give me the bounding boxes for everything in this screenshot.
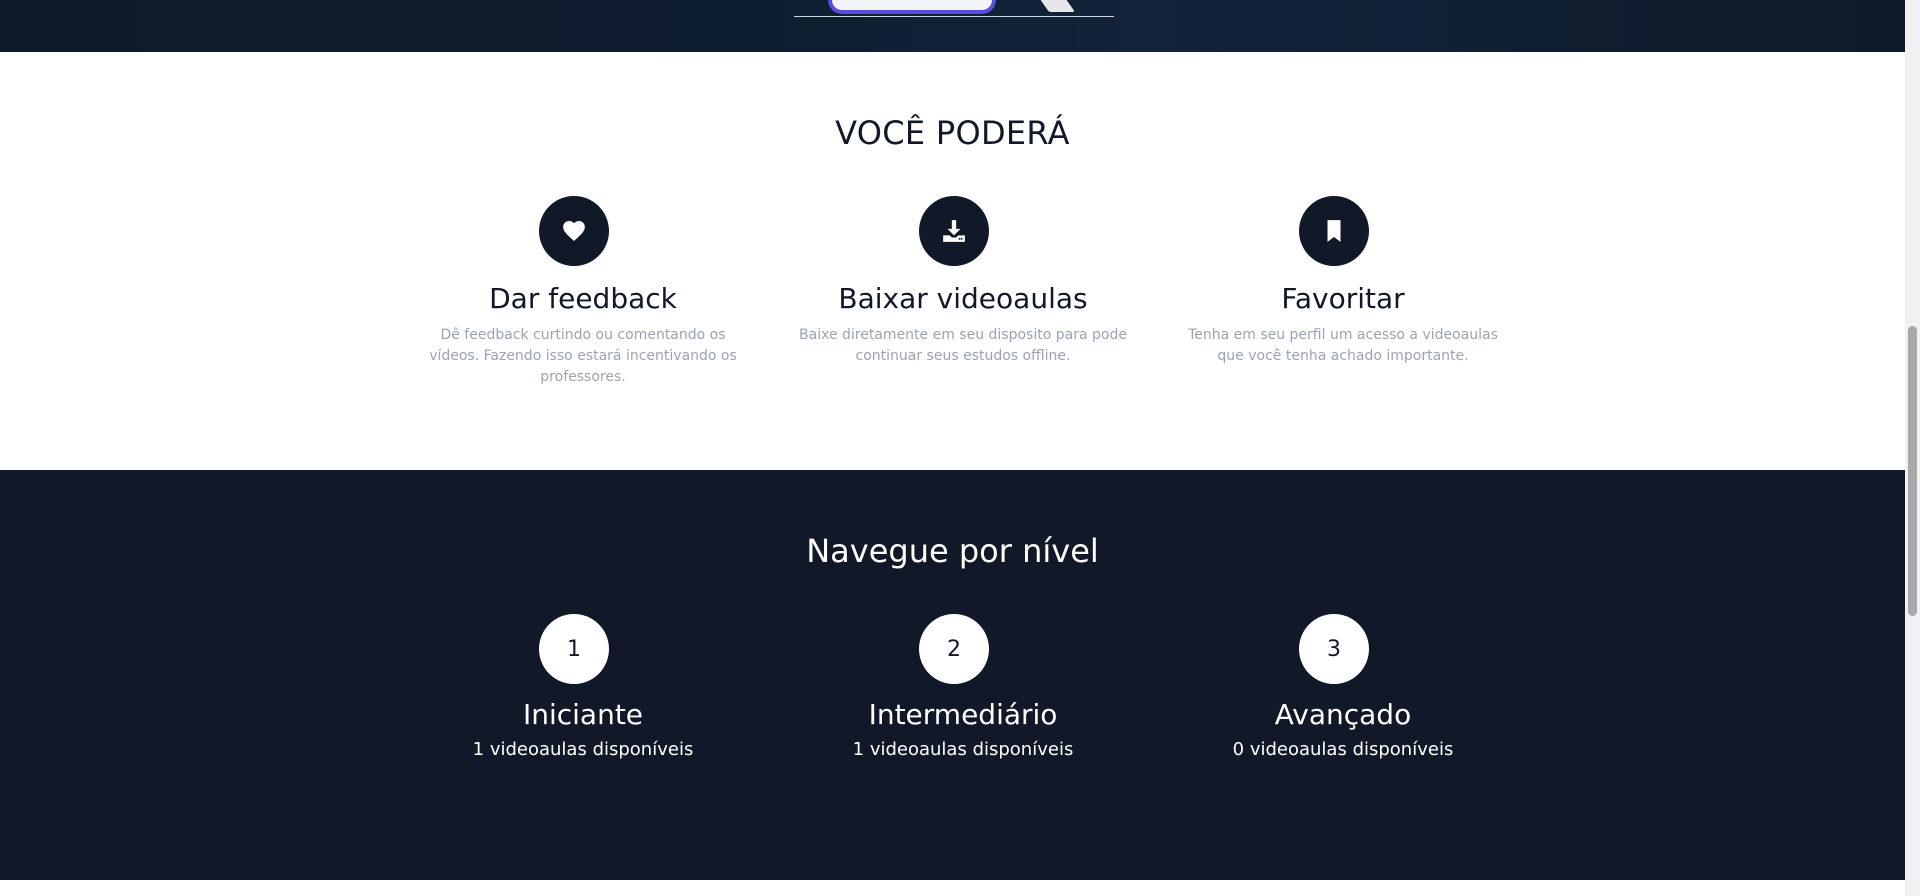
illustration-baseline (794, 16, 1114, 17)
page-scrollbar[interactable] (1905, 0, 1920, 896)
hero-section-bottom (0, 0, 1905, 52)
bookmark-icon (1299, 196, 1369, 266)
pen-illustration (1034, 0, 1076, 12)
level-number-badge: 3 (1299, 614, 1369, 684)
feature-feedback: Dar feedback Dê feedback curtindo ou com… (413, 196, 753, 388)
device-illustration (828, 0, 996, 14)
level-advanced[interactable]: 3 Avançado 0 videoaulas disponíveis (1173, 614, 1513, 760)
level-video-count: 1 videoaulas disponíveis (852, 739, 1074, 760)
feature-description: Dê feedback curtindo ou comentando os ví… (429, 327, 737, 385)
level-intermediate[interactable]: 2 Intermediário 1 videoaulas disponíveis (793, 614, 1133, 760)
level-name[interactable]: Intermediário (793, 698, 1133, 731)
heart-icon (539, 196, 609, 266)
level-video-count: 1 videoaulas disponíveis (472, 739, 694, 760)
feature-favorite: Favoritar Tenha em seu perfil um acesso … (1173, 196, 1513, 367)
download-icon (919, 196, 989, 266)
levels-section: Navegue por nível 1 Iniciante 1 videoaul… (0, 470, 1905, 880)
levels-title: Navegue por nível (806, 532, 1099, 570)
level-name[interactable]: Iniciante (413, 698, 753, 731)
feature-description: Tenha em seu perfil um acesso a videoaul… (1188, 327, 1498, 364)
level-number-badge: 1 (539, 614, 609, 684)
page: VOCÊ PODERÁ Dar feedback Dê feedback cur… (0, 0, 1905, 896)
level-name[interactable]: Avançado (1173, 698, 1513, 731)
feature-download: Baixar videoaulas Baixe diretamente em s… (793, 196, 1133, 367)
feature-title: Dar feedback (489, 282, 677, 315)
hero-illustration (794, 0, 1114, 18)
scrollbar-thumb[interactable] (1908, 326, 1917, 616)
level-number-badge: 2 (919, 614, 989, 684)
level-video-count: 0 videoaulas disponíveis (1232, 739, 1454, 760)
feature-description: Baixe diretamente em seu disposito para … (799, 327, 1127, 364)
feature-title: Favoritar (1281, 282, 1405, 315)
level-beginner[interactable]: 1 Iniciante 1 videoaulas disponíveis (413, 614, 753, 760)
features-section: VOCÊ PODERÁ Dar feedback Dê feedback cur… (0, 52, 1905, 470)
features-title: VOCÊ PODERÁ (835, 114, 1070, 152)
feature-title: Baixar videoaulas (838, 282, 1088, 315)
